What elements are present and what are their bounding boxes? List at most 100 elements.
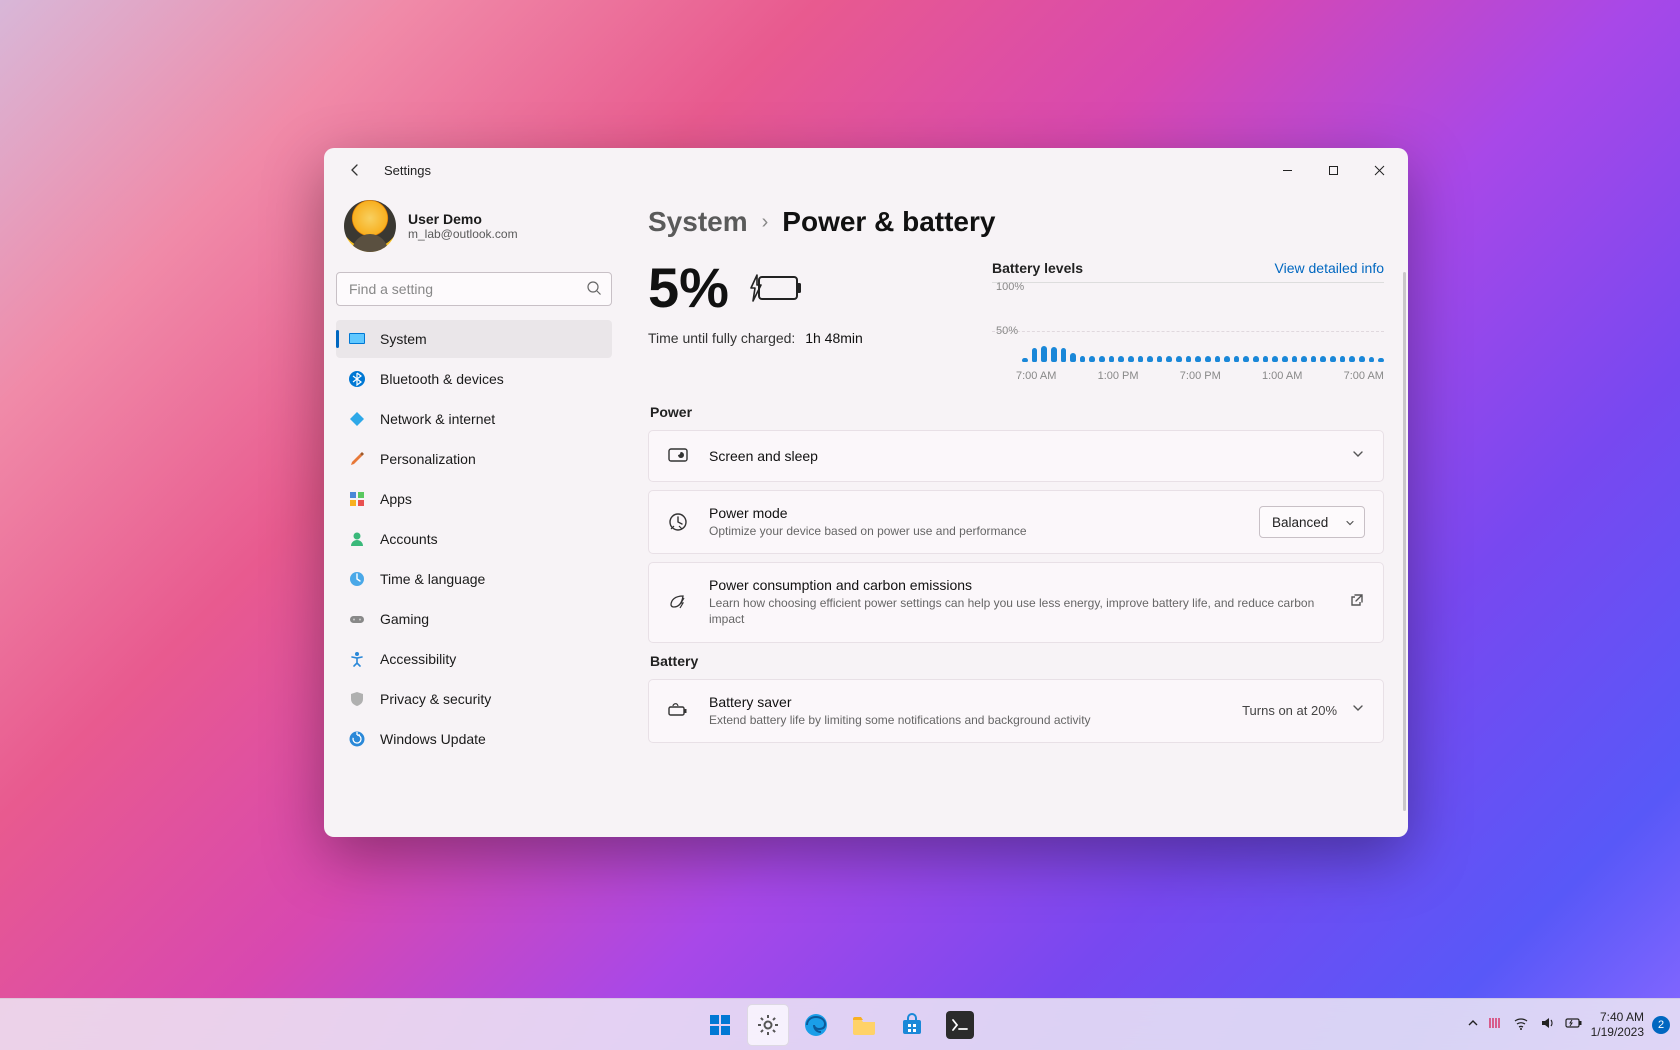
back-button[interactable] [342,157,368,183]
battery-chart: Battery levels View detailed info 100% 5… [992,260,1384,378]
sidebar-item-label: Apps [380,491,412,507]
section-battery-label: Battery [650,653,1384,669]
screen-sleep-icon [667,445,689,467]
search-wrap [336,272,612,306]
chart-bar [1022,358,1028,362]
search-input[interactable] [336,272,612,306]
sidebar-item-privacy[interactable]: Privacy & security [336,680,612,718]
breadcrumb-parent[interactable]: System [648,206,748,238]
card-title: Screen and sleep [709,448,1331,464]
sidebar-item-windows-update[interactable]: Windows Update [336,720,612,758]
sidebar-item-accounts[interactable]: Accounts [336,520,612,558]
card-desc: Extend battery life by limiting some not… [709,712,1222,728]
chart-bar [1224,356,1230,362]
tray-clock[interactable]: 7:40 AM 1/19/2023 [1591,1010,1644,1040]
sidebar-item-label: Windows Update [380,731,486,747]
store-icon [900,1013,924,1037]
battery-overview: 5% Time until fully charged: 1h 48min [648,260,1384,378]
sidebar-item-label: Bluetooth & devices [380,371,504,387]
card-screen-sleep[interactable]: Screen and sleep [648,430,1384,482]
card-desc: Optimize your device based on power use … [709,523,1239,539]
titlebar: Settings [324,148,1408,192]
person-icon [348,530,366,548]
chart-bar [1234,356,1240,362]
scrollbar[interactable] [1403,272,1406,811]
globe-clock-icon [348,570,366,588]
card-carbon[interactable]: Power consumption and carbon emissions L… [648,562,1384,642]
sidebar-item-label: Privacy & security [380,691,491,707]
edge-icon [803,1012,829,1038]
taskbar-app-settings[interactable] [747,1004,789,1046]
chart-bar [1195,356,1201,362]
chart-y-100: 100% [996,281,1024,293]
sidebar-item-accessibility[interactable]: Accessibility [336,640,612,678]
taskbar-app-terminal[interactable] [939,1004,981,1046]
chart-bar [1243,356,1249,362]
sidebar-item-label: Network & internet [380,411,495,427]
maximize-button[interactable] [1310,152,1356,188]
card-desc: Learn how choosing efficient power setti… [709,595,1329,627]
sidebar-item-gaming[interactable]: Gaming [336,600,612,638]
shield-icon [348,690,366,708]
profile-block[interactable]: User Demo m_lab@outlook.com [336,192,612,268]
tray-time: 7:40 AM [1591,1010,1644,1025]
wifi-tray-icon[interactable] [1513,1015,1529,1034]
chart-bar [1089,356,1095,362]
chart-x-tick: 1:00 PM [1098,370,1139,382]
tray-overflow[interactable] [1467,1017,1479,1032]
card-title: Power consumption and carbon emissions [709,577,1329,593]
close-button[interactable] [1356,152,1402,188]
battery-saver-status: Turns on at 20% [1242,703,1337,718]
taskbar-app-edge[interactable] [795,1004,837,1046]
taskbar-app-store[interactable] [891,1004,933,1046]
battery-time-value: 1h 48min [805,330,863,346]
battery-tray-icon[interactable] [1565,1015,1583,1034]
card-battery-saver[interactable]: Battery saver Extend battery life by lim… [648,679,1384,743]
minimize-icon [1282,165,1293,176]
external-link-icon [1349,592,1365,613]
power-mode-icon [667,511,689,533]
chart-bar [1205,356,1211,362]
chevron-down-icon [1344,517,1356,532]
apps-icon [348,490,366,508]
leaf-energy-icon [667,591,689,613]
sidebar-item-time-language[interactable]: Time & language [336,560,612,598]
chart-bar [1061,348,1067,362]
chart-bar [1032,348,1038,362]
power-mode-select[interactable]: Balanced [1259,506,1365,538]
sidebar-item-apps[interactable]: Apps [336,480,612,518]
chart-bars [1022,283,1384,362]
window-controls [1264,152,1402,188]
volume-tray-icon[interactable] [1539,1015,1555,1034]
sidebar-item-personalization[interactable]: Personalization [336,440,612,478]
notifications-badge[interactable]: 2 [1652,1016,1670,1034]
chart-bar [1330,356,1336,362]
content-area: System › Power & battery 5% [624,192,1408,837]
tray-app-icon[interactable] [1487,1015,1503,1034]
folder-icon [851,1012,877,1038]
chart-bar [1166,356,1172,362]
chart-xaxis: 7:00 AM1:00 PM7:00 PM1:00 AM7:00 AM [1016,370,1384,382]
battery-time-label: Time until fully charged: 1h 48min [648,330,968,346]
chart-bar [1157,356,1163,362]
chart-bar [1272,356,1278,362]
chart-x-tick: 1:00 AM [1262,370,1302,382]
chart-bar [1176,356,1182,362]
chart-bar [1070,353,1076,362]
view-detailed-link[interactable]: View detailed info [1275,260,1384,276]
avatar [344,200,396,252]
sidebar-item-network[interactable]: Network & internet [336,400,612,438]
minimize-button[interactable] [1264,152,1310,188]
chart-bar [1292,356,1298,362]
sidebar-item-bluetooth[interactable]: Bluetooth & devices [336,360,612,398]
battery-percent: 5% [648,260,729,316]
start-button[interactable] [699,1004,741,1046]
card-power-mode[interactable]: Power mode Optimize your device based on… [648,490,1384,554]
taskbar-app-explorer[interactable] [843,1004,885,1046]
card-title: Power mode [709,505,1239,521]
chart-bar [1349,356,1355,362]
sidebar-item-label: Accounts [380,531,438,547]
sidebar-item-label: Time & language [380,571,485,587]
sidebar-item-system[interactable]: System [336,320,612,358]
bluetooth-icon [348,370,366,388]
